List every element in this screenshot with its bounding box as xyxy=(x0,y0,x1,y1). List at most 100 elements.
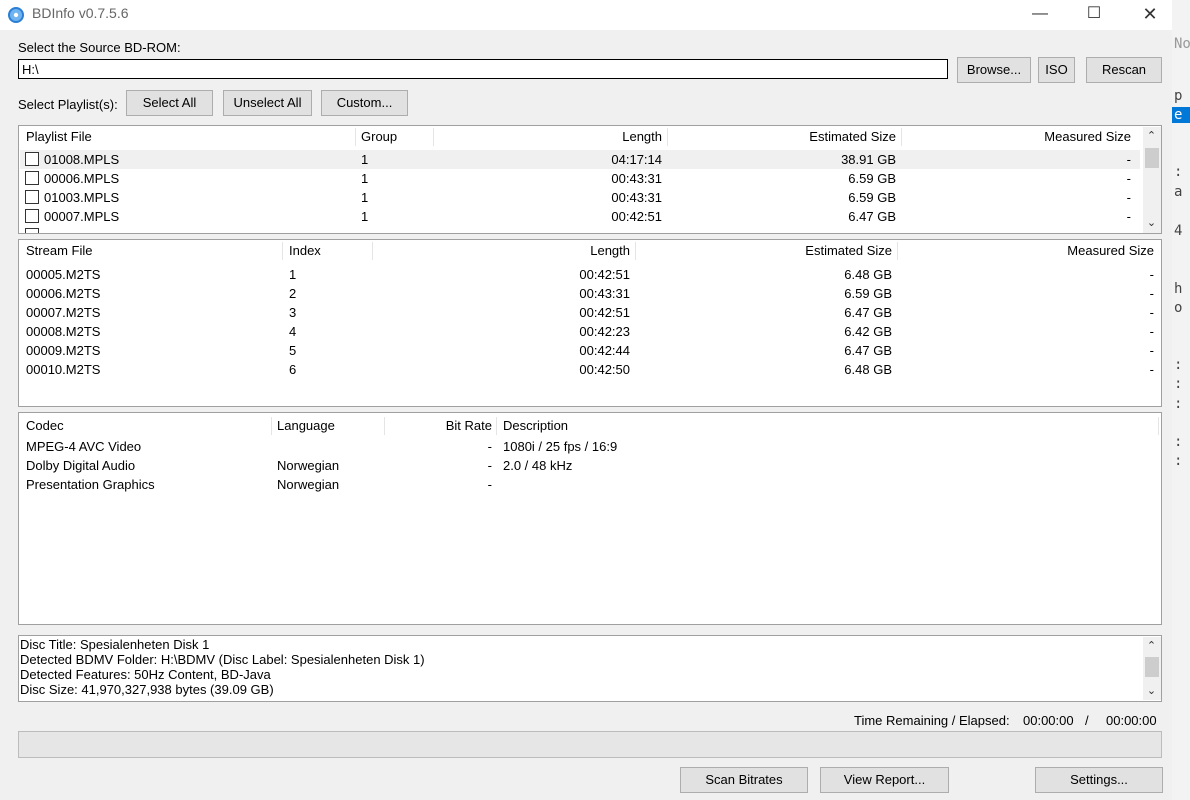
minimize-button[interactable]: — xyxy=(1012,0,1068,30)
playlist-estimated-size: 6.47 GB xyxy=(848,209,896,224)
bdinfo-window: BDInfo v0.7.5.6 — ☐ ✕ Select the Source … xyxy=(0,0,1172,800)
background-window-edge: No p e : a 4 h o : : : : : xyxy=(1172,0,1190,800)
window-title: BDInfo v0.7.5.6 xyxy=(32,5,129,21)
view-report-button[interactable]: View Report... xyxy=(820,767,949,793)
playlist-estimated-size: 6.59 GB xyxy=(848,190,896,205)
stream-estimated-size: 6.47 GB xyxy=(844,305,892,320)
codec-table: Codec Language Bit Rate Description MPEG… xyxy=(18,412,1162,625)
info-line: Disc Size: 41,970,327,938 bytes (39.09 G… xyxy=(20,682,274,697)
background-glyph: : xyxy=(1174,434,1183,450)
playlist-measured-size: - xyxy=(1126,190,1131,205)
rescan-button[interactable]: Rescan xyxy=(1086,57,1162,83)
stream-length: 00:42:23 xyxy=(579,324,630,339)
playlist-group: 1 xyxy=(361,209,369,224)
unselect-all-button[interactable]: Unselect All xyxy=(223,90,312,116)
stream-file: 00005.M2TS xyxy=(26,267,101,282)
iso-button[interactable]: ISO xyxy=(1038,57,1075,83)
column-header-bit-rate[interactable]: Bit Rate xyxy=(384,415,492,437)
stream-index: 6 xyxy=(289,362,297,377)
playlist-checkbox[interactable] xyxy=(25,209,39,223)
column-separator xyxy=(282,242,283,260)
playlist-length: 00:43:31 xyxy=(611,171,662,186)
stream-length: 00:42:50 xyxy=(579,362,630,377)
playlist-measured-size: - xyxy=(1126,152,1131,167)
stream-index: 5 xyxy=(289,343,297,358)
codec-description: 2.0 / 48 kHz xyxy=(503,458,573,473)
background-glyph: : xyxy=(1174,164,1183,180)
playlist-checkbox-partial[interactable] xyxy=(25,228,39,233)
column-header-estimated-size[interactable]: Estimated Size xyxy=(667,126,896,148)
stream-estimated-size: 6.59 GB xyxy=(844,286,892,301)
playlist-table: Playlist File Group Length Estimated Siz… xyxy=(18,125,1162,234)
custom-button[interactable]: Custom... xyxy=(321,90,408,116)
disc-icon xyxy=(8,7,24,23)
stream-estimated-size: 6.47 GB xyxy=(844,343,892,358)
column-header-estimated-size[interactable]: Estimated Size xyxy=(635,240,892,262)
codec-name: Presentation Graphics xyxy=(26,477,155,492)
scrollbar-thumb[interactable] xyxy=(1145,657,1159,677)
scroll-up-icon[interactable]: ⌃ xyxy=(1143,638,1160,655)
time-remaining-label: Time Remaining / Elapsed: xyxy=(854,713,1010,728)
column-header-language[interactable]: Language xyxy=(277,415,335,437)
background-glyph: : xyxy=(1174,396,1183,412)
playlist-group: 1 xyxy=(361,190,369,205)
column-header-codec[interactable]: Codec xyxy=(26,415,64,437)
codec-bit-rate: - xyxy=(487,439,492,454)
stream-estimated-size: 6.42 GB xyxy=(844,324,892,339)
time-elapsed-value: 00:00:00 xyxy=(1106,713,1157,728)
playlist-estimated-size: 38.91 GB xyxy=(841,152,896,167)
playlist-file: 00006.MPLS xyxy=(44,171,120,186)
column-header-length[interactable]: Length xyxy=(433,126,662,148)
column-header-length[interactable]: Length xyxy=(372,240,630,262)
background-glyph: a xyxy=(1174,184,1183,200)
stream-file: 00009.M2TS xyxy=(26,343,101,358)
column-header-index[interactable]: Index xyxy=(289,240,321,262)
scan-bitrates-button[interactable]: Scan Bitrates xyxy=(680,767,808,793)
info-line: Detected BDMV Folder: H:\BDMV (Disc Labe… xyxy=(20,652,425,667)
playlist-checkbox[interactable] xyxy=(25,190,39,204)
scroll-up-icon[interactable]: ⌃ xyxy=(1143,128,1160,145)
scrollbar-thumb[interactable] xyxy=(1145,148,1159,168)
playlist-estimated-size: 6.59 GB xyxy=(848,171,896,186)
background-glyph: 4 xyxy=(1174,223,1183,239)
column-header-measured-size[interactable]: Measured Size xyxy=(901,126,1131,148)
background-glyph: No xyxy=(1174,36,1190,52)
playlist-checkbox[interactable] xyxy=(25,152,39,166)
column-header-measured-size[interactable]: Measured Size xyxy=(897,240,1154,262)
source-path-input[interactable] xyxy=(18,59,948,79)
column-header-stream-file[interactable]: Stream File xyxy=(26,240,92,262)
stream-measured-size: - xyxy=(1149,267,1154,282)
column-header-group[interactable]: Group xyxy=(361,126,397,148)
browse-button[interactable]: Browse... xyxy=(957,57,1031,83)
playlist-checkbox[interactable] xyxy=(25,171,39,185)
scroll-down-icon[interactable]: ⌄ xyxy=(1143,683,1160,700)
playlist-scrollbar[interactable]: ⌃ ⌄ xyxy=(1143,127,1161,233)
scroll-down-icon[interactable]: ⌄ xyxy=(1143,215,1160,232)
background-glyph: : xyxy=(1174,453,1183,469)
stream-measured-size: - xyxy=(1149,286,1154,301)
disc-info-textbox[interactable]: Disc Title: Spesialenheten Disk 1 Detect… xyxy=(18,635,1162,702)
background-glyph: : xyxy=(1174,357,1183,373)
close-button[interactable]: ✕ xyxy=(1122,0,1178,30)
stream-measured-size: - xyxy=(1149,324,1154,339)
info-scrollbar[interactable]: ⌃ ⌄ xyxy=(1143,637,1161,700)
maximize-button[interactable]: ☐ xyxy=(1066,0,1122,30)
playlist-measured-size: - xyxy=(1126,171,1131,186)
settings-button[interactable]: Settings... xyxy=(1035,767,1163,793)
stream-index: 2 xyxy=(289,286,297,301)
title-bar[interactable]: BDInfo v0.7.5.6 — ☐ ✕ xyxy=(0,0,1172,30)
column-header-playlist-file[interactable]: Playlist File xyxy=(26,126,92,148)
stream-file: 00006.M2TS xyxy=(26,286,101,301)
playlist-length: 00:42:51 xyxy=(611,209,662,224)
select-all-button[interactable]: Select All xyxy=(126,90,213,116)
codec-name: Dolby Digital Audio xyxy=(26,458,136,473)
playlist-file: 01008.MPLS xyxy=(44,152,120,167)
info-line: Detected Features: 50Hz Content, BD-Java xyxy=(20,667,271,682)
background-glyph: p xyxy=(1174,88,1183,104)
column-header-description[interactable]: Description xyxy=(503,415,568,437)
playlist-length: 00:43:31 xyxy=(611,190,662,205)
column-separator xyxy=(271,417,272,435)
stream-measured-size: - xyxy=(1149,305,1154,320)
codec-bit-rate: - xyxy=(487,477,492,492)
codec-description: 1080i / 25 fps / 16:9 xyxy=(503,439,618,454)
